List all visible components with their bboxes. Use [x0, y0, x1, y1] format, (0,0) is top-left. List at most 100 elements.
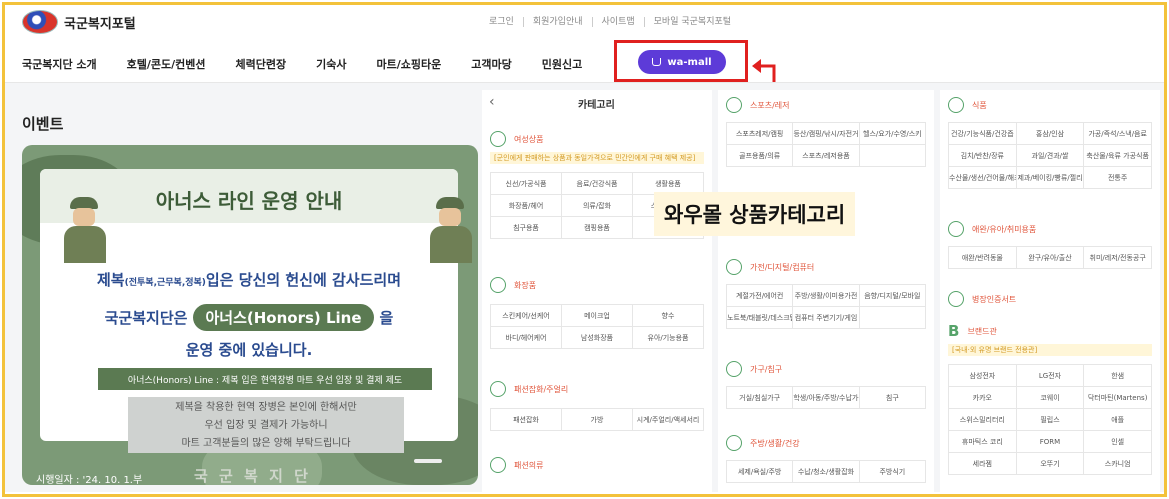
brand-item[interactable]: LG전자 — [1016, 365, 1085, 387]
category-item[interactable]: 거실/침실가구 — [727, 387, 794, 409]
category-item[interactable]: 가방 — [562, 409, 633, 431]
chevron-left-icon[interactable]: ‹ — [489, 94, 495, 110]
site-logo[interactable]: 국군복지포털 — [22, 10, 136, 34]
category-item[interactable]: 홍삼/인삼 — [1016, 123, 1085, 145]
category-item[interactable]: 침구 — [859, 387, 926, 409]
category-item[interactable]: 수납/청소/생활잡화 — [793, 461, 860, 483]
category-title[interactable]: 스포츠/레저 — [750, 100, 790, 111]
brand-item[interactable]: 코웨이 — [1016, 387, 1085, 409]
category-title[interactable]: 화장품 — [514, 280, 536, 291]
nav-item-customer[interactable]: 고객마당 — [471, 56, 511, 72]
nav-item-hotel[interactable]: 호텔/콘도/컨벤션 — [127, 56, 206, 72]
category-item[interactable]: 노트북/태블릿/데스크탑 — [727, 307, 794, 329]
brand-item[interactable]: 카카오 — [949, 387, 1017, 409]
category-item[interactable]: 계절가전/에어컨 — [727, 285, 794, 307]
nav-item-dormitory[interactable]: 기숙사 — [316, 56, 346, 72]
wamall-label: wa-mall — [667, 56, 712, 68]
category-title[interactable]: 주방/생활/건강 — [750, 438, 800, 449]
category-item[interactable]: 신선/가공식품 — [491, 173, 562, 195]
category-item[interactable]: 등산/캠핑/낚시/자전거 — [793, 123, 860, 145]
category-item[interactable]: 주방식기 — [859, 461, 926, 483]
banner-note: 제복을 착용한 현역 장병은 본인에 한해서만 우선 입장 및 결제가 가능하니… — [128, 397, 404, 453]
brand-item[interactable]: 필립스 — [1016, 409, 1085, 431]
brand-item[interactable]: FORM — [1016, 431, 1085, 453]
category-item[interactable]: 세제/욕실/주방 — [727, 461, 794, 483]
category-item[interactable]: 헬스/요가/수영/스키 — [859, 123, 926, 145]
login-link[interactable]: 로그인 — [480, 17, 523, 27]
category-item[interactable]: 건강/기능식품/건강즙 — [949, 123, 1017, 145]
category-title[interactable]: 브랜드관 — [967, 326, 996, 337]
brand-item[interactable]: 세라젬 — [949, 453, 1017, 475]
category-section: 가구/침구 거실/침실가구 학생/아동/주방/수납가구 침구 — [718, 356, 934, 409]
banner-text: 입은 당신의 헌신에 감사드리며 — [205, 271, 401, 289]
category-item[interactable]: 축산물/육류 가공식품 — [1084, 145, 1152, 167]
category-item[interactable]: 스포츠/레저용품 — [793, 145, 860, 167]
category-item[interactable]: 완구/유아/출산 — [1016, 247, 1085, 269]
category-item[interactable]: 취미/레저/전동공구 — [1084, 247, 1152, 269]
category-title[interactable]: 여성상품 — [514, 134, 543, 145]
category-title[interactable]: 패션의류 — [514, 460, 543, 471]
category-item[interactable]: 제과/베이킹/빵류/젤리 — [1016, 167, 1085, 189]
brand-item[interactable]: 스카니엄 — [1084, 453, 1152, 475]
sitemap-link[interactable]: 사이트맵 — [591, 17, 644, 27]
category-item[interactable]: 김치/반찬/장류 — [949, 145, 1017, 167]
category-item[interactable]: 과일/견과/쌀 — [1016, 145, 1085, 167]
brand-item[interactable]: 한샘 — [1084, 365, 1152, 387]
category-item[interactable]: 애완/반려동물 — [949, 247, 1017, 269]
category-item[interactable]: 남성화장품 — [562, 327, 633, 349]
brand-item[interactable]: 삼성전자 — [949, 365, 1017, 387]
category-item[interactable]: 캠핑용품 — [562, 217, 633, 239]
category-title[interactable]: 병장인증서트 — [972, 294, 1016, 305]
brand-item[interactable]: 오뚜기 — [1016, 453, 1085, 475]
banner-line-3: 운영 중에 있습니다. — [185, 341, 313, 359]
brand-item[interactable]: 휴마틱스 코리 — [949, 431, 1017, 453]
mobile-portal-link[interactable]: 모바일 국군복지포털 — [643, 17, 740, 27]
event-section-title: 이벤트 — [22, 115, 64, 133]
saluting-soldier-icon — [62, 197, 108, 263]
category-item[interactable]: 바디/헤어케어 — [491, 327, 562, 349]
category-item[interactable]: 스포츠레저/캠핑 — [727, 123, 794, 145]
brand-item[interactable]: 스위스밀리터리 — [949, 409, 1017, 431]
category-title[interactable]: 식품 — [972, 100, 987, 111]
bottle-icon — [490, 131, 506, 147]
category-item[interactable]: 학생/아동/주방/수납가구 — [793, 387, 860, 409]
note-line: 마트 고객분들의 많은 양해 부탁드립니다 — [181, 438, 351, 449]
category-title[interactable]: 가구/침구 — [750, 364, 782, 375]
category-item[interactable]: 시계/주얼리/액세서리 — [633, 409, 704, 431]
banner-line-2: 국군복지단은 아너스(Honors) Line 을 — [40, 304, 458, 331]
brand-item[interactable]: 닥터마틴(Martens) — [1084, 387, 1152, 409]
brand-item[interactable]: 애플 — [1084, 409, 1152, 431]
category-title[interactable]: 가전/디지털/컴퓨터 — [750, 262, 814, 273]
category-item[interactable]: 의류/잡화 — [562, 195, 633, 217]
event-banner[interactable]: 아너스 라인 운영 안내 제복(전투복,근무복,정복)입은 당신의 헌신에 감사… — [22, 145, 478, 485]
category-item[interactable]: 가공/즉석/스낵/음료 — [1084, 123, 1152, 145]
category-item[interactable]: 컴퓨터 주변기기/게임 — [793, 307, 860, 329]
cosmetics-icon — [490, 277, 506, 293]
nav-item-complaint[interactable]: 민원신고 — [542, 56, 582, 72]
category-item[interactable]: 골프용품/의류 — [727, 145, 794, 167]
category-item[interactable]: 음향/디지털/모바일 — [859, 285, 926, 307]
category-item[interactable]: 유아/기능용품 — [633, 327, 704, 349]
nav-item-mart[interactable]: 마트/쇼핑타운 — [377, 56, 442, 72]
category-item[interactable]: 향수 — [633, 305, 704, 327]
category-title[interactable]: 애완/유아/취미용품 — [972, 224, 1036, 235]
category-item[interactable]: 수산물/생선/건어물/해조류 — [949, 167, 1017, 189]
category-item[interactable]: 음료/건강식품 — [562, 173, 633, 195]
logo-text: 국군복지포털 — [64, 16, 136, 32]
carousel-indicator[interactable] — [414, 459, 442, 463]
category-item[interactable]: 메이크업 — [562, 305, 633, 327]
nav-item-about[interactable]: 국군복지단 소개 — [22, 56, 97, 72]
category-title[interactable]: 패션잡화/주얼리 — [514, 384, 568, 395]
category-item[interactable]: 주방/생활/이미용가전 — [793, 285, 860, 307]
category-section: 화장품 스킨케어/선케어 메이크업 향수 바디/헤어케어 남성화장품 유아/기능… — [482, 272, 712, 349]
category-item[interactable]: 화장품/헤어 — [491, 195, 562, 217]
join-guide-link[interactable]: 회원가입안내 — [522, 17, 592, 27]
category-item[interactable]: 전통주 — [1084, 167, 1152, 189]
honors-definition-bar: 아너스(Honors) Line : 제복 입은 현역장병 마트 우선 입장 및… — [98, 368, 432, 390]
wamall-button[interactable]: wa-mall — [638, 50, 726, 74]
category-item[interactable]: 스킨케어/선케어 — [491, 305, 562, 327]
category-item[interactable]: 침구용품 — [491, 217, 562, 239]
nav-item-fitness[interactable]: 체력단련장 — [236, 56, 287, 72]
category-item[interactable]: 패션잡화 — [491, 409, 562, 431]
brand-item[interactable]: 인셀 — [1084, 431, 1152, 453]
